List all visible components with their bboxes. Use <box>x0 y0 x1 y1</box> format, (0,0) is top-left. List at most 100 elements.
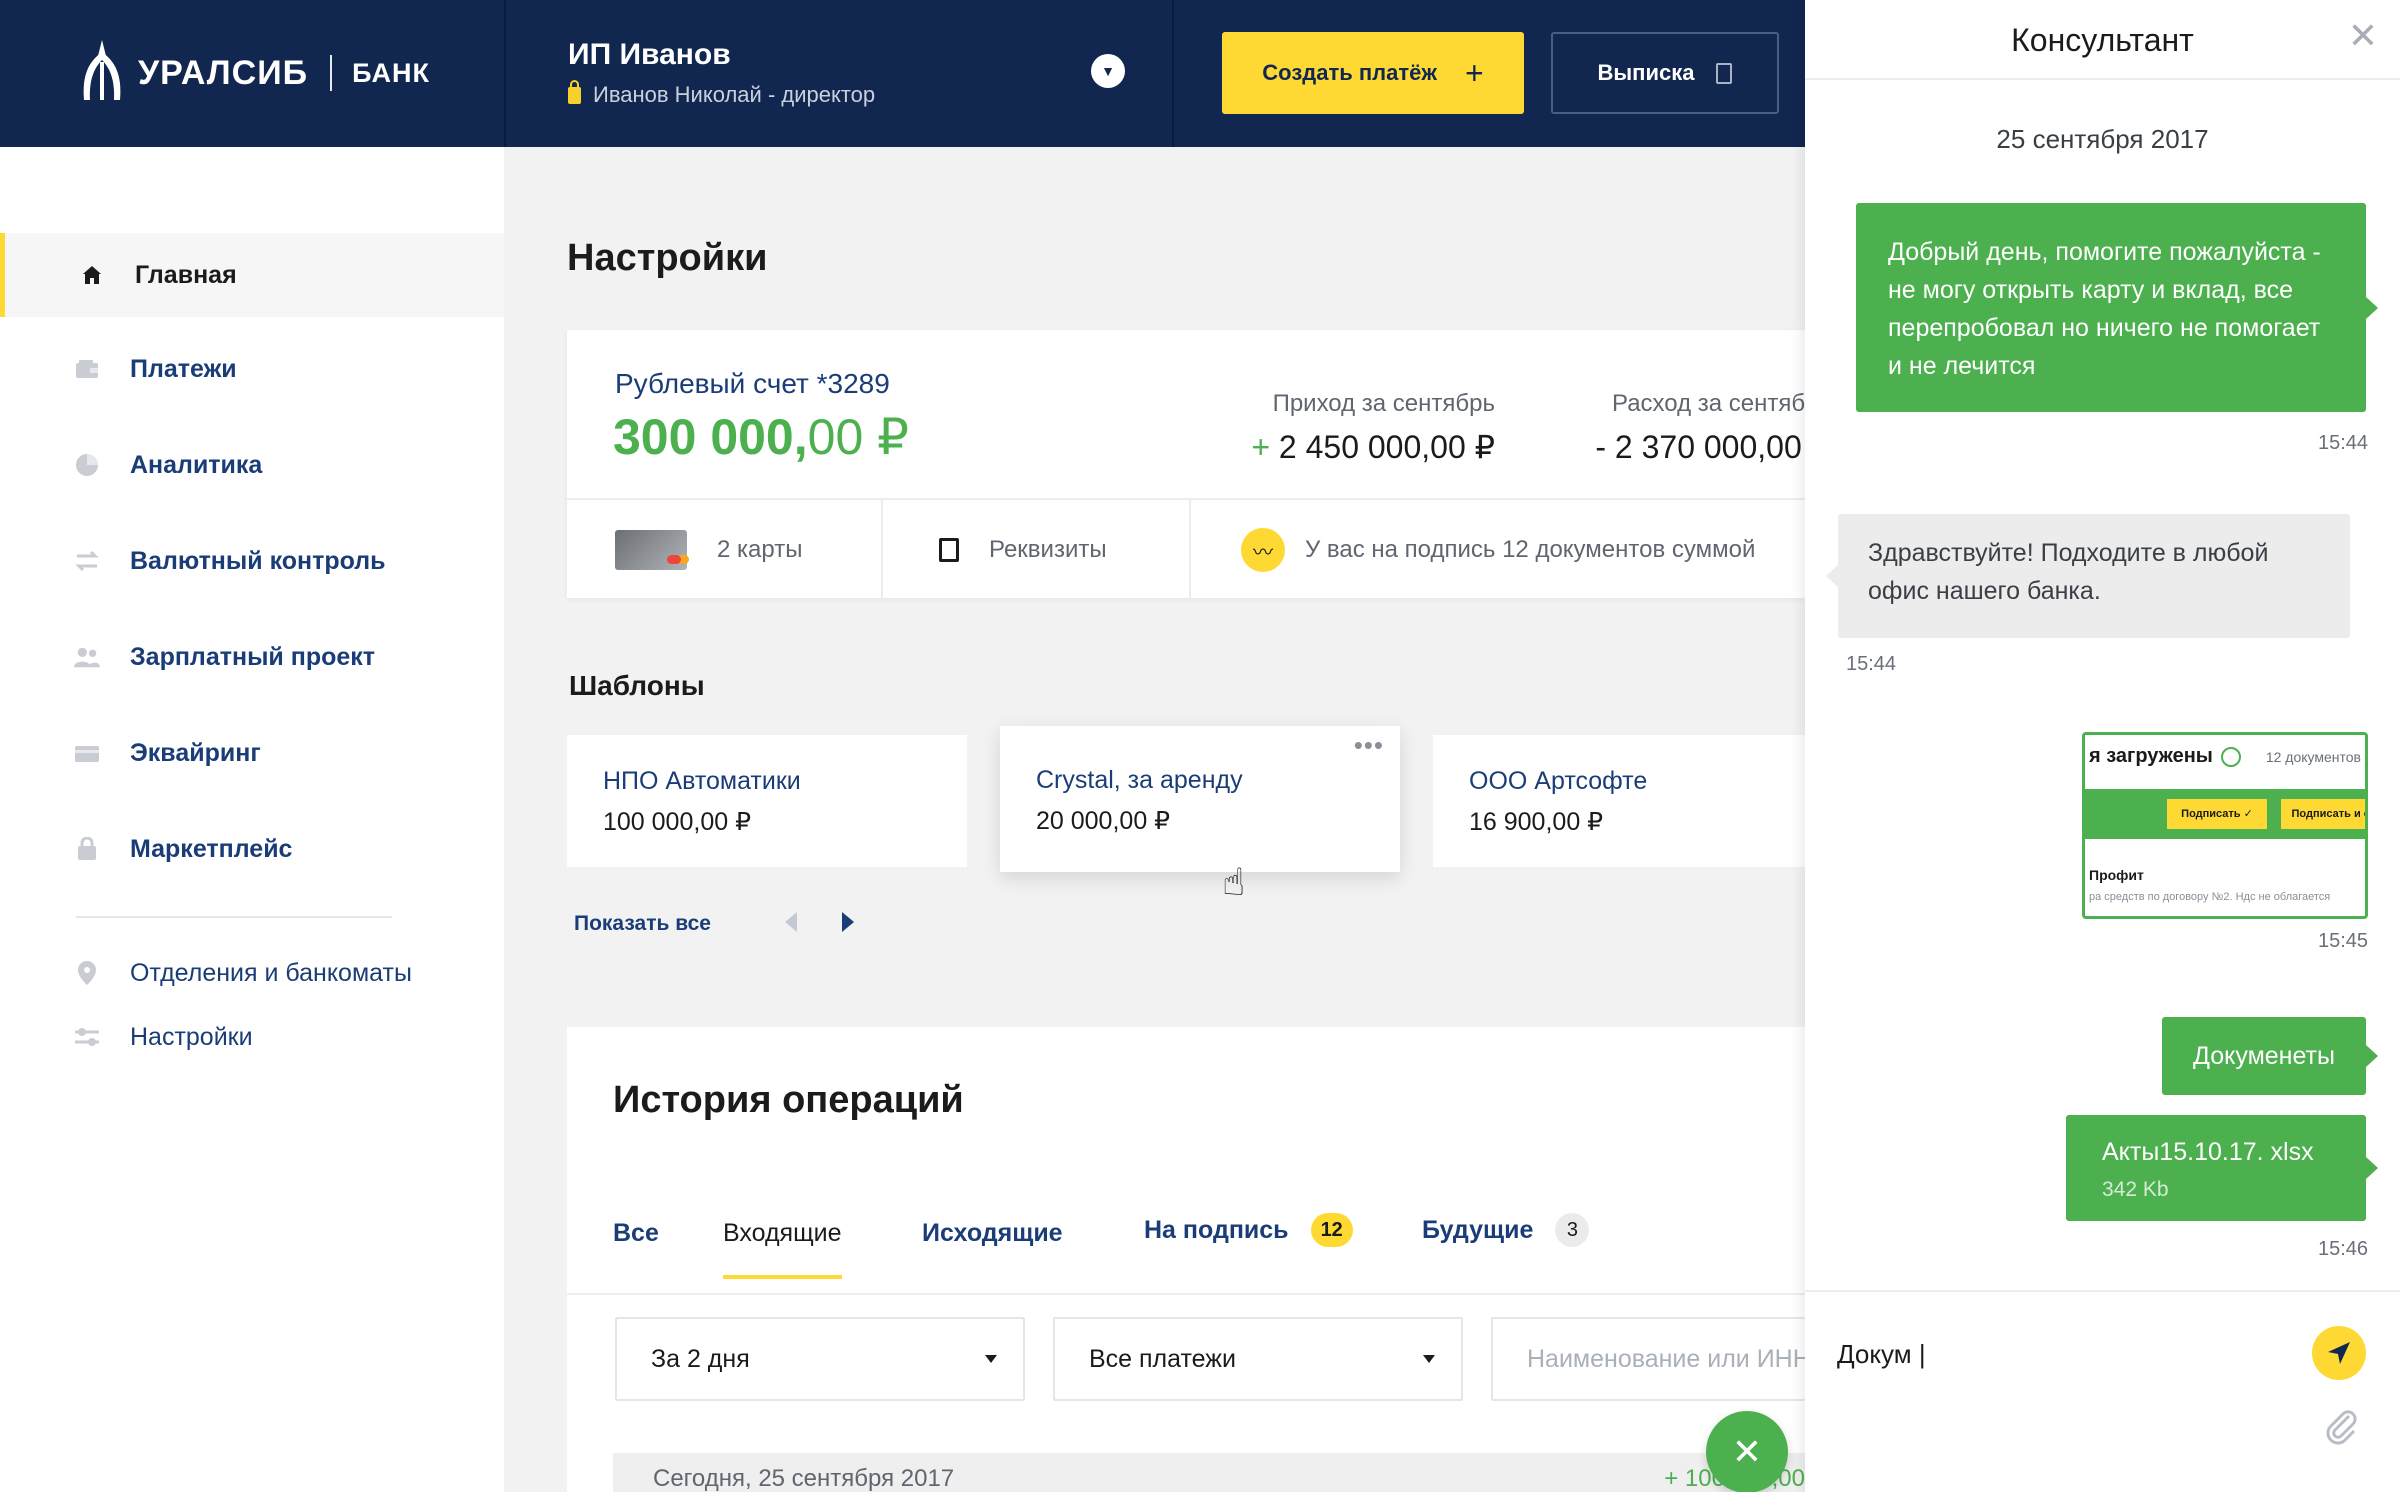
tab-incoming[interactable]: Входящие <box>723 1219 842 1279</box>
chevron-down-icon: ▼ <box>1101 63 1115 79</box>
preview-count: 12 документов <box>2265 749 2361 765</box>
hand-cursor-icon: ☝ <box>1222 862 1246 904</box>
close-chat-fab[interactable]: ✕ <box>1706 1411 1788 1492</box>
template-sum: 100 000,00 ₽ <box>603 808 751 836</box>
caret-down-icon <box>985 1355 997 1363</box>
close-icon[interactable]: ✕ <box>2348 18 2378 54</box>
tab-all[interactable]: Все <box>613 1219 659 1248</box>
payment-type-value: Все платежи <box>1089 1344 1236 1373</box>
company-user: Иванов Николай - директор <box>568 79 875 108</box>
tab-to-sign[interactable]: На подпись 12 <box>1144 1213 1353 1247</box>
plus-icon: + <box>1465 54 1484 91</box>
preview-green-bar: Подписать ✓ Подписать и о <box>2085 789 2365 839</box>
message-text: Докуменеты <box>2193 1042 2335 1070</box>
signature-icon: 〰 <box>1241 528 1285 572</box>
template-name: ООО Артсофте <box>1469 767 1648 795</box>
count-badge: 12 <box>1310 1213 1353 1247</box>
tab-outgoing[interactable]: Исходящие <box>922 1219 1063 1248</box>
account-actions-row: 2 карты Реквизиты 〰 У вас на подпись 12 … <box>567 498 1805 600</box>
sidebar-item-acquiring[interactable]: Эквайринг <box>0 711 504 795</box>
show-all-templates-link[interactable]: Показать все <box>574 912 711 936</box>
sidebar-item-salary-project[interactable]: Зарплатный проект <box>0 615 504 699</box>
sidebar-item-marketplace[interactable]: Маркетплейс <box>0 807 504 891</box>
chat-message-outgoing: Докуменеты <box>2162 1017 2378 1095</box>
requisites-label: Реквизиты <box>989 536 1107 563</box>
account-name[interactable]: Рублевый счет *3289 <box>615 368 890 400</box>
create-payment-button[interactable]: Создать платёж + <box>1222 32 1524 114</box>
chat-file-attachment[interactable]: Акты15.10.17. xlsx 342 Kb <box>2066 1115 2378 1221</box>
tab-future[interactable]: Будущие 3 <box>1422 1213 1590 1247</box>
sidebar-item-currency-control[interactable]: Валютный контроль <box>0 519 504 603</box>
message-time: 15:46 <box>2318 1238 2369 1260</box>
tab-label: Входящие <box>723 1219 842 1247</box>
file-size: 342 Kb <box>2102 1178 2169 1201</box>
expense-summary: Расход за сентябрь - 2 370 000,00 ₽ <box>1487 390 1831 466</box>
sidebar-item-analytics[interactable]: Аналитика <box>0 423 504 507</box>
template-card[interactable]: ••• Crystal, за аренду 20 000,00 ₽ <box>1000 726 1400 872</box>
lock-icon <box>568 79 581 104</box>
sidebar-item-label: Главная <box>135 260 237 289</box>
chevron-left-icon[interactable] <box>785 912 797 932</box>
payment-type-select[interactable]: Все платежи <box>1053 1317 1463 1401</box>
statement-button[interactable]: Выписка <box>1551 32 1779 114</box>
template-sum: 20 000,00 ₽ <box>1036 807 1171 835</box>
more-options-icon[interactable]: ••• <box>1354 730 1384 761</box>
exchange-icon <box>74 548 100 574</box>
template-name: НПО Автоматики <box>603 767 801 795</box>
chat-message-incoming: Здравствуйте! Подходите в любой офис наш… <box>1826 514 2350 638</box>
tab-label: Все <box>613 1219 659 1247</box>
cards-link[interactable]: 2 карты <box>615 500 802 600</box>
people-icon <box>74 644 100 670</box>
search-input[interactable]: Наименование или ИНН <box>1491 1317 1805 1401</box>
income-caption: Приход за сентябрь <box>1272 390 1495 417</box>
chat-title: Консультант <box>2011 22 2194 58</box>
document-icon <box>1716 62 1733 84</box>
account-balance: 300 000,00 ₽ <box>613 408 909 466</box>
sidebar-item-branches[interactable]: Отделения и банкоматы <box>0 941 504 1005</box>
balance-main: 300 000, <box>613 409 808 465</box>
attach-button[interactable] <box>2321 1406 2361 1446</box>
statement-label: Выписка <box>1597 60 1695 85</box>
sidebar-item-home[interactable]: Главная <box>0 233 504 317</box>
history-tabs: Все Входящие Исходящие На подпись 12 Буд… <box>567 1167 1805 1295</box>
expense-value: - 2 370 000,00 ₽ <box>1595 429 1831 465</box>
sidebar-item-label: Отделения и банкоматы <box>130 958 412 987</box>
message-time: 15:45 <box>2318 930 2369 952</box>
cell-divider <box>1189 500 1191 600</box>
company-dropdown-button[interactable]: ▼ <box>1091 54 1125 88</box>
wallet-icon <box>74 356 100 382</box>
tab-label: На подпись <box>1144 1215 1289 1244</box>
sidebar-item-label: Маркетплейс <box>130 834 293 863</box>
income-summary: Приход за сентябрь + 2 450 000,00 ₽ <box>1155 390 1495 466</box>
chat-message-input[interactable] <box>1837 1332 2277 1376</box>
sidebar-item-label: Настройки <box>130 1022 253 1051</box>
template-card[interactable]: НПО Автоматики 100 000,00 ₽ <box>567 735 967 867</box>
template-card[interactable]: ООО Артсофте 16 900,00 ₽ <box>1433 735 1805 867</box>
sidebar-item-payments[interactable]: Платежи <box>0 327 504 411</box>
plus-sign: + <box>1251 429 1271 465</box>
pie-chart-icon <box>74 452 100 478</box>
sign-notice-link[interactable]: 〰 У вас на подпись 12 документов суммой <box>1241 500 1755 600</box>
sign-notice-text: У вас на подпись 12 документов суммой <box>1305 536 1756 563</box>
sidebar-item-settings[interactable]: Настройки <box>0 1005 504 1069</box>
document-icon <box>939 538 959 562</box>
income-value: 2 450 000,00 ₽ <box>1278 429 1495 465</box>
period-select[interactable]: За 2 дня <box>615 1317 1025 1401</box>
requisites-link[interactable]: Реквизиты <box>939 500 1107 600</box>
preview-sign-button: Подписать ✓ <box>2167 799 2267 829</box>
close-icon: ✕ <box>1731 1431 1763 1472</box>
message-time: 15:44 <box>1846 653 1897 675</box>
chevron-right-icon[interactable] <box>842 912 854 932</box>
history-day-row[interactable]: Сегодня, 25 сентября 2017 + 100 000,00 <box>613 1453 1805 1492</box>
send-button[interactable] <box>2312 1326 2366 1380</box>
chat-header: Консультант ✕ <box>1805 0 2400 80</box>
company-info[interactable]: ИП Иванов Иванов Николай - директор <box>568 38 875 108</box>
cell-divider <box>881 500 883 600</box>
bank-logo[interactable]: УРАЛСИБ БАНК <box>76 28 430 118</box>
account-card[interactable]: Рублевый счет *3289 300 000,00 ₽ Приход … <box>567 330 1831 600</box>
logo-bank-text: БАНК <box>352 57 430 88</box>
chat-image-attachment[interactable]: я загружены 12 документов Подписать ✓ По… <box>2082 732 2368 919</box>
send-icon <box>2328 1342 2350 1364</box>
logo-brand-text: УРАЛСИБ <box>138 53 309 92</box>
bag-icon <box>74 836 100 862</box>
